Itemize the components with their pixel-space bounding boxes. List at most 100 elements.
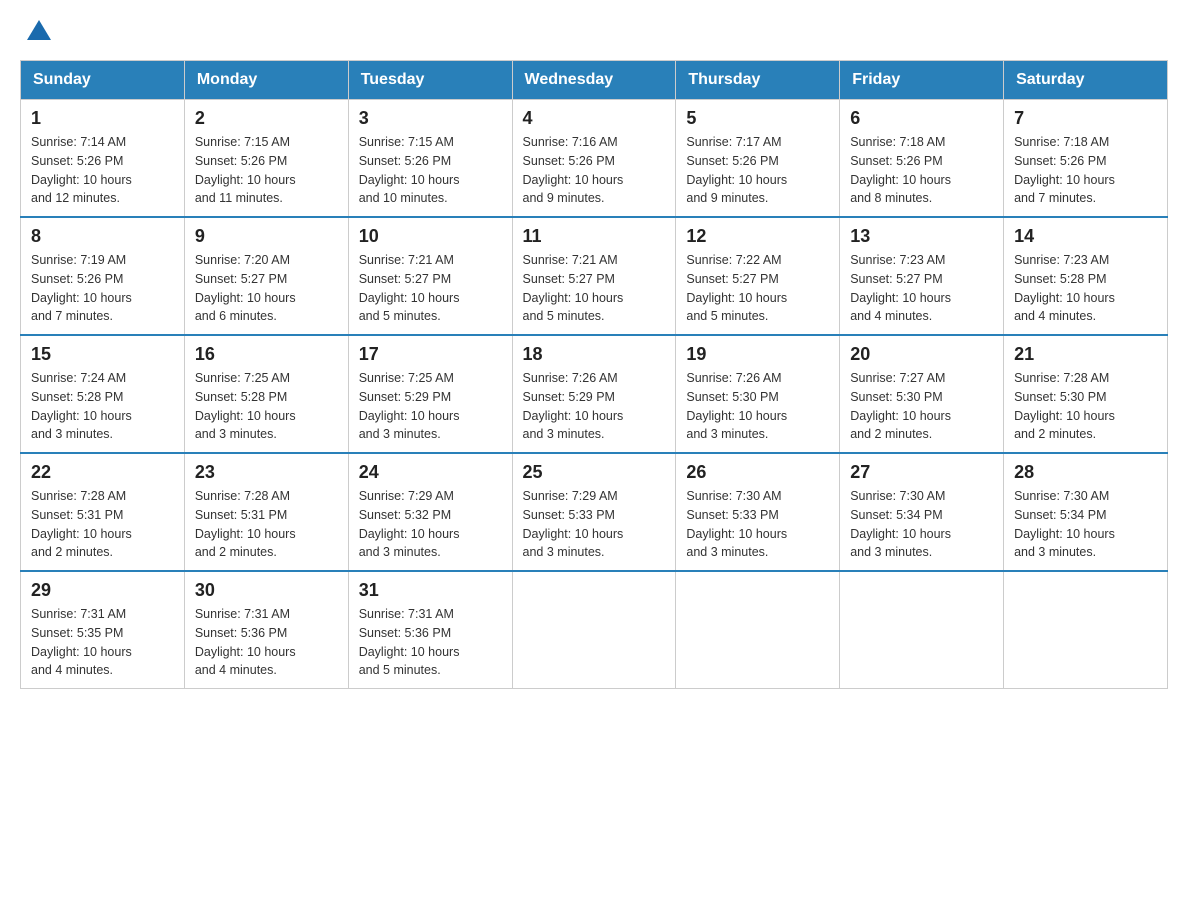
- day-info: Sunrise: 7:23 AMSunset: 5:28 PMDaylight:…: [1014, 253, 1115, 323]
- calendar-cell: 7 Sunrise: 7:18 AMSunset: 5:26 PMDayligh…: [1004, 100, 1168, 218]
- calendar-cell: [1004, 571, 1168, 689]
- calendar-cell: 24 Sunrise: 7:29 AMSunset: 5:32 PMDaylig…: [348, 453, 512, 571]
- day-info: Sunrise: 7:18 AMSunset: 5:26 PMDaylight:…: [1014, 135, 1115, 205]
- calendar-header-wednesday: Wednesday: [512, 61, 676, 100]
- day-info: Sunrise: 7:25 AMSunset: 5:28 PMDaylight:…: [195, 371, 296, 441]
- calendar-week-2: 8 Sunrise: 7:19 AMSunset: 5:26 PMDayligh…: [21, 217, 1168, 335]
- calendar-header-saturday: Saturday: [1004, 61, 1168, 100]
- calendar-week-1: 1 Sunrise: 7:14 AMSunset: 5:26 PMDayligh…: [21, 100, 1168, 218]
- logo: [20, 20, 51, 40]
- day-number: 13: [850, 226, 993, 247]
- day-info: Sunrise: 7:22 AMSunset: 5:27 PMDaylight:…: [686, 253, 787, 323]
- day-number: 19: [686, 344, 829, 365]
- calendar-cell: 9 Sunrise: 7:20 AMSunset: 5:27 PMDayligh…: [184, 217, 348, 335]
- calendar-week-5: 29 Sunrise: 7:31 AMSunset: 5:35 PMDaylig…: [21, 571, 1168, 689]
- calendar-header-sunday: Sunday: [21, 61, 185, 100]
- calendar-cell: 4 Sunrise: 7:16 AMSunset: 5:26 PMDayligh…: [512, 100, 676, 218]
- calendar-cell: 28 Sunrise: 7:30 AMSunset: 5:34 PMDaylig…: [1004, 453, 1168, 571]
- calendar-cell: 2 Sunrise: 7:15 AMSunset: 5:26 PMDayligh…: [184, 100, 348, 218]
- day-number: 11: [523, 226, 666, 247]
- calendar-cell: 8 Sunrise: 7:19 AMSunset: 5:26 PMDayligh…: [21, 217, 185, 335]
- day-number: 25: [523, 462, 666, 483]
- day-info: Sunrise: 7:23 AMSunset: 5:27 PMDaylight:…: [850, 253, 951, 323]
- day-info: Sunrise: 7:31 AMSunset: 5:35 PMDaylight:…: [31, 607, 132, 677]
- calendar-table: SundayMondayTuesdayWednesdayThursdayFrid…: [20, 60, 1168, 689]
- day-info: Sunrise: 7:25 AMSunset: 5:29 PMDaylight:…: [359, 371, 460, 441]
- day-number: 30: [195, 580, 338, 601]
- day-info: Sunrise: 7:28 AMSunset: 5:30 PMDaylight:…: [1014, 371, 1115, 441]
- day-info: Sunrise: 7:21 AMSunset: 5:27 PMDaylight:…: [523, 253, 624, 323]
- calendar-cell: 15 Sunrise: 7:24 AMSunset: 5:28 PMDaylig…: [21, 335, 185, 453]
- calendar-header-thursday: Thursday: [676, 61, 840, 100]
- day-info: Sunrise: 7:30 AMSunset: 5:33 PMDaylight:…: [686, 489, 787, 559]
- day-number: 24: [359, 462, 502, 483]
- day-number: 3: [359, 108, 502, 129]
- day-info: Sunrise: 7:30 AMSunset: 5:34 PMDaylight:…: [1014, 489, 1115, 559]
- day-number: 18: [523, 344, 666, 365]
- day-info: Sunrise: 7:31 AMSunset: 5:36 PMDaylight:…: [195, 607, 296, 677]
- day-number: 28: [1014, 462, 1157, 483]
- day-number: 20: [850, 344, 993, 365]
- day-number: 8: [31, 226, 174, 247]
- day-number: 15: [31, 344, 174, 365]
- day-number: 23: [195, 462, 338, 483]
- day-info: Sunrise: 7:16 AMSunset: 5:26 PMDaylight:…: [523, 135, 624, 205]
- calendar-cell: [512, 571, 676, 689]
- calendar-header-row: SundayMondayTuesdayWednesdayThursdayFrid…: [21, 61, 1168, 100]
- calendar-cell: 23 Sunrise: 7:28 AMSunset: 5:31 PMDaylig…: [184, 453, 348, 571]
- calendar-cell: 16 Sunrise: 7:25 AMSunset: 5:28 PMDaylig…: [184, 335, 348, 453]
- calendar-cell: 10 Sunrise: 7:21 AMSunset: 5:27 PMDaylig…: [348, 217, 512, 335]
- day-info: Sunrise: 7:26 AMSunset: 5:29 PMDaylight:…: [523, 371, 624, 441]
- calendar-cell: 13 Sunrise: 7:23 AMSunset: 5:27 PMDaylig…: [840, 217, 1004, 335]
- day-number: 27: [850, 462, 993, 483]
- logo-blue-text: [20, 20, 51, 40]
- day-info: Sunrise: 7:30 AMSunset: 5:34 PMDaylight:…: [850, 489, 951, 559]
- logo-triangle-icon: [27, 20, 51, 40]
- day-info: Sunrise: 7:29 AMSunset: 5:33 PMDaylight:…: [523, 489, 624, 559]
- day-number: 5: [686, 108, 829, 129]
- day-info: Sunrise: 7:15 AMSunset: 5:26 PMDaylight:…: [359, 135, 460, 205]
- calendar-cell: 3 Sunrise: 7:15 AMSunset: 5:26 PMDayligh…: [348, 100, 512, 218]
- calendar-cell: 12 Sunrise: 7:22 AMSunset: 5:27 PMDaylig…: [676, 217, 840, 335]
- calendar-cell: 26 Sunrise: 7:30 AMSunset: 5:33 PMDaylig…: [676, 453, 840, 571]
- day-info: Sunrise: 7:15 AMSunset: 5:26 PMDaylight:…: [195, 135, 296, 205]
- day-number: 31: [359, 580, 502, 601]
- day-info: Sunrise: 7:21 AMSunset: 5:27 PMDaylight:…: [359, 253, 460, 323]
- calendar-cell: 30 Sunrise: 7:31 AMSunset: 5:36 PMDaylig…: [184, 571, 348, 689]
- calendar-header-friday: Friday: [840, 61, 1004, 100]
- day-info: Sunrise: 7:14 AMSunset: 5:26 PMDaylight:…: [31, 135, 132, 205]
- calendar-cell: 6 Sunrise: 7:18 AMSunset: 5:26 PMDayligh…: [840, 100, 1004, 218]
- day-number: 9: [195, 226, 338, 247]
- day-info: Sunrise: 7:29 AMSunset: 5:32 PMDaylight:…: [359, 489, 460, 559]
- calendar-cell: [676, 571, 840, 689]
- page-header: [20, 20, 1168, 40]
- day-number: 14: [1014, 226, 1157, 247]
- day-info: Sunrise: 7:27 AMSunset: 5:30 PMDaylight:…: [850, 371, 951, 441]
- day-number: 26: [686, 462, 829, 483]
- calendar-cell: 20 Sunrise: 7:27 AMSunset: 5:30 PMDaylig…: [840, 335, 1004, 453]
- day-info: Sunrise: 7:20 AMSunset: 5:27 PMDaylight:…: [195, 253, 296, 323]
- calendar-cell: 25 Sunrise: 7:29 AMSunset: 5:33 PMDaylig…: [512, 453, 676, 571]
- day-info: Sunrise: 7:28 AMSunset: 5:31 PMDaylight:…: [195, 489, 296, 559]
- day-number: 22: [31, 462, 174, 483]
- calendar-cell: 27 Sunrise: 7:30 AMSunset: 5:34 PMDaylig…: [840, 453, 1004, 571]
- day-number: 21: [1014, 344, 1157, 365]
- day-number: 4: [523, 108, 666, 129]
- calendar-cell: 21 Sunrise: 7:28 AMSunset: 5:30 PMDaylig…: [1004, 335, 1168, 453]
- calendar-cell: 14 Sunrise: 7:23 AMSunset: 5:28 PMDaylig…: [1004, 217, 1168, 335]
- day-info: Sunrise: 7:19 AMSunset: 5:26 PMDaylight:…: [31, 253, 132, 323]
- calendar-header-monday: Monday: [184, 61, 348, 100]
- day-number: 10: [359, 226, 502, 247]
- day-number: 7: [1014, 108, 1157, 129]
- day-info: Sunrise: 7:24 AMSunset: 5:28 PMDaylight:…: [31, 371, 132, 441]
- day-info: Sunrise: 7:26 AMSunset: 5:30 PMDaylight:…: [686, 371, 787, 441]
- day-info: Sunrise: 7:31 AMSunset: 5:36 PMDaylight:…: [359, 607, 460, 677]
- calendar-week-3: 15 Sunrise: 7:24 AMSunset: 5:28 PMDaylig…: [21, 335, 1168, 453]
- day-number: 12: [686, 226, 829, 247]
- calendar-header-tuesday: Tuesday: [348, 61, 512, 100]
- day-number: 29: [31, 580, 174, 601]
- calendar-cell: 5 Sunrise: 7:17 AMSunset: 5:26 PMDayligh…: [676, 100, 840, 218]
- day-info: Sunrise: 7:28 AMSunset: 5:31 PMDaylight:…: [31, 489, 132, 559]
- calendar-cell: 1 Sunrise: 7:14 AMSunset: 5:26 PMDayligh…: [21, 100, 185, 218]
- calendar-cell: 18 Sunrise: 7:26 AMSunset: 5:29 PMDaylig…: [512, 335, 676, 453]
